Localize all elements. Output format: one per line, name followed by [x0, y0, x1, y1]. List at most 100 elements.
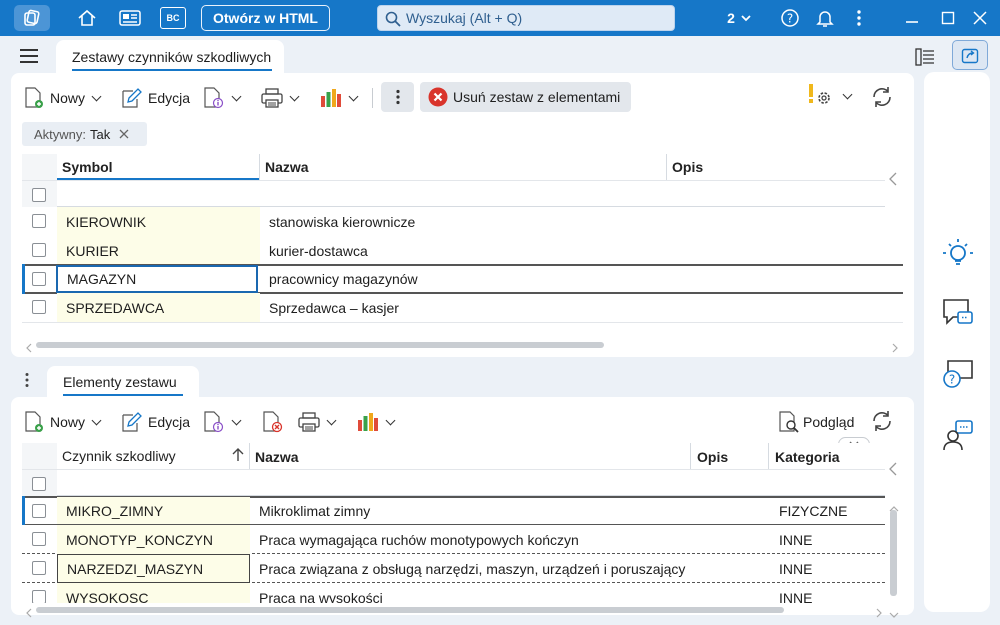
info-element-button[interactable] — [203, 409, 242, 435]
factor-cell: WYSOKOSC — [57, 583, 250, 603]
chevron-left-icon[interactable] — [889, 462, 897, 479]
row-checkbox[interactable] — [32, 561, 46, 575]
column-name[interactable]: Nazwa — [265, 159, 309, 175]
chevron-down-icon — [842, 89, 853, 99]
table-row[interactable]: KURIER kurier-dostawca — [22, 236, 903, 265]
tab-harmful-factor-sets[interactable]: Zestawy czynników szkodliwych — [56, 40, 284, 74]
edit-element-button[interactable]: Edycja — [121, 409, 190, 435]
scroll-right-icon[interactable] — [892, 340, 898, 356]
tab-label: Elementy zestawu — [63, 374, 177, 390]
bc-icon[interactable]: BC — [160, 7, 186, 29]
sort-ascending-icon[interactable] — [232, 448, 244, 462]
more-vertical-icon[interactable] — [846, 6, 872, 30]
refresh-icon[interactable] — [870, 409, 894, 436]
hamburger-menu-icon[interactable] — [19, 48, 39, 67]
scroll-right-icon[interactable] — [876, 605, 882, 621]
column-category[interactable]: Kategoria — [775, 449, 840, 465]
column-name[interactable]: Nazwa — [255, 449, 299, 465]
refresh-icon[interactable] — [870, 85, 894, 112]
table-row-selected[interactable]: MIKRO_ZIMNY Mikroklimat zimny FIZYCZNE — [22, 496, 885, 525]
delete-element-button[interactable] — [262, 409, 284, 435]
app-switcher-icon[interactable] — [14, 5, 50, 31]
new-element-button[interactable]: Nowy — [24, 409, 102, 435]
column-divider — [249, 443, 250, 469]
table-row[interactable]: KIEROWNIK stanowiska kierownicze — [22, 207, 903, 236]
column-description[interactable]: Opis — [697, 449, 728, 465]
horizontal-scrollbar[interactable] — [36, 607, 784, 613]
column-description[interactable]: Opis — [672, 159, 703, 175]
chevron-down-icon — [231, 415, 242, 425]
column-symbol[interactable]: Symbol — [62, 159, 113, 175]
filter-row-divider — [22, 469, 885, 470]
row-checkbox[interactable] — [32, 532, 46, 546]
help-icon[interactable]: ? — [777, 6, 803, 30]
delete-icon — [428, 87, 448, 107]
home-icon[interactable] — [74, 6, 100, 30]
select-all-checkbox[interactable] — [32, 188, 46, 202]
factor-cell-focused[interactable]: NARZEDZI_MASZYN — [57, 554, 250, 583]
new-button[interactable]: Nowy — [24, 85, 102, 111]
list-view-icon[interactable] — [915, 47, 935, 70]
chevron-down-icon — [385, 415, 396, 425]
row-checkbox[interactable] — [32, 504, 46, 518]
close-icon[interactable] — [119, 129, 129, 139]
table-row[interactable]: SPRZEDAWCA Sprzedawca – kasjer — [22, 293, 903, 322]
bell-icon[interactable] — [812, 6, 838, 30]
edit-button[interactable]: Edycja — [121, 85, 190, 111]
row-divider — [22, 322, 903, 323]
more-vertical-icon — [395, 89, 400, 105]
tab-set-elements[interactable]: Elementy zestawu — [47, 366, 199, 398]
consultant-icon[interactable] — [941, 418, 975, 455]
open-in-html-button[interactable]: Otwórz w HTML — [201, 5, 330, 31]
share-icon[interactable] — [952, 40, 988, 70]
chart-button[interactable] — [320, 85, 359, 111]
scroll-left-icon[interactable] — [26, 605, 32, 621]
column-factor[interactable]: Czynnik szkodliwy — [62, 448, 176, 464]
filter-row-divider — [22, 180, 885, 181]
lightbulb-icon[interactable] — [941, 236, 975, 273]
chat-icon[interactable] — [941, 297, 975, 332]
row-checkbox[interactable] — [32, 214, 46, 228]
name-cell: Praca na wysokości — [259, 589, 383, 604]
row-checkbox[interactable] — [32, 243, 46, 257]
svg-text:?: ? — [949, 373, 955, 387]
vertical-scrollbar[interactable] — [890, 510, 897, 596]
active-filter-chip[interactable]: Aktywny: Tak — [22, 122, 147, 146]
horizontal-scrollbar[interactable] — [36, 342, 604, 348]
category-cell: INNE — [779, 589, 813, 604]
chart-element-button[interactable] — [357, 409, 396, 435]
delete-set-button[interactable]: Usuń zestaw z elementami — [420, 82, 631, 112]
search-input[interactable]: Wyszukaj (Alt + Q) — [377, 5, 675, 31]
settings-button[interactable] — [808, 82, 853, 110]
factor-cell: MONOTYP_KONCZYN — [57, 525, 250, 554]
more-options-button[interactable] — [381, 82, 414, 112]
assistant-side-panel — [924, 72, 990, 612]
maximize-icon[interactable] — [935, 6, 961, 30]
print-button[interactable] — [261, 85, 300, 111]
news-icon[interactable] — [117, 6, 143, 30]
table-row[interactable]: MONOTYP_KONCZYN Praca wymagająca ruchów … — [22, 525, 885, 554]
preview-button[interactable]: Podgląd — [778, 409, 854, 435]
close-icon[interactable] — [967, 6, 993, 30]
table-row[interactable]: WYSOKOSC Praca na wysokości INNE — [22, 583, 885, 603]
scroll-down-icon[interactable] — [889, 605, 899, 621]
select-all-checkbox[interactable] — [32, 477, 46, 491]
row-checkbox[interactable] — [32, 272, 46, 286]
table-row-selected[interactable]: MAGAZYN pracownicy magazynów — [22, 264, 903, 294]
chevron-down-icon — [91, 415, 102, 425]
symbol-cell-focused[interactable]: MAGAZYN — [56, 265, 258, 293]
print-element-button[interactable] — [298, 409, 337, 435]
company-selector[interactable]: 2 — [726, 6, 752, 30]
more-vertical-icon[interactable] — [24, 372, 30, 391]
edit-icon — [122, 412, 142, 432]
row-checkbox[interactable] — [32, 590, 46, 603]
focus-bar — [22, 496, 25, 525]
row-checkbox[interactable] — [32, 300, 46, 314]
scroll-left-icon[interactable] — [26, 340, 32, 356]
document-delete-icon — [263, 411, 283, 433]
minimize-icon[interactable] — [899, 6, 925, 30]
chevron-left-icon[interactable] — [889, 172, 897, 189]
help-chat-icon[interactable]: ? — [941, 358, 975, 393]
table-row[interactable]: NARZEDZI_MASZYN Praca związana z obsługą… — [22, 554, 885, 583]
info-button[interactable] — [203, 85, 242, 111]
